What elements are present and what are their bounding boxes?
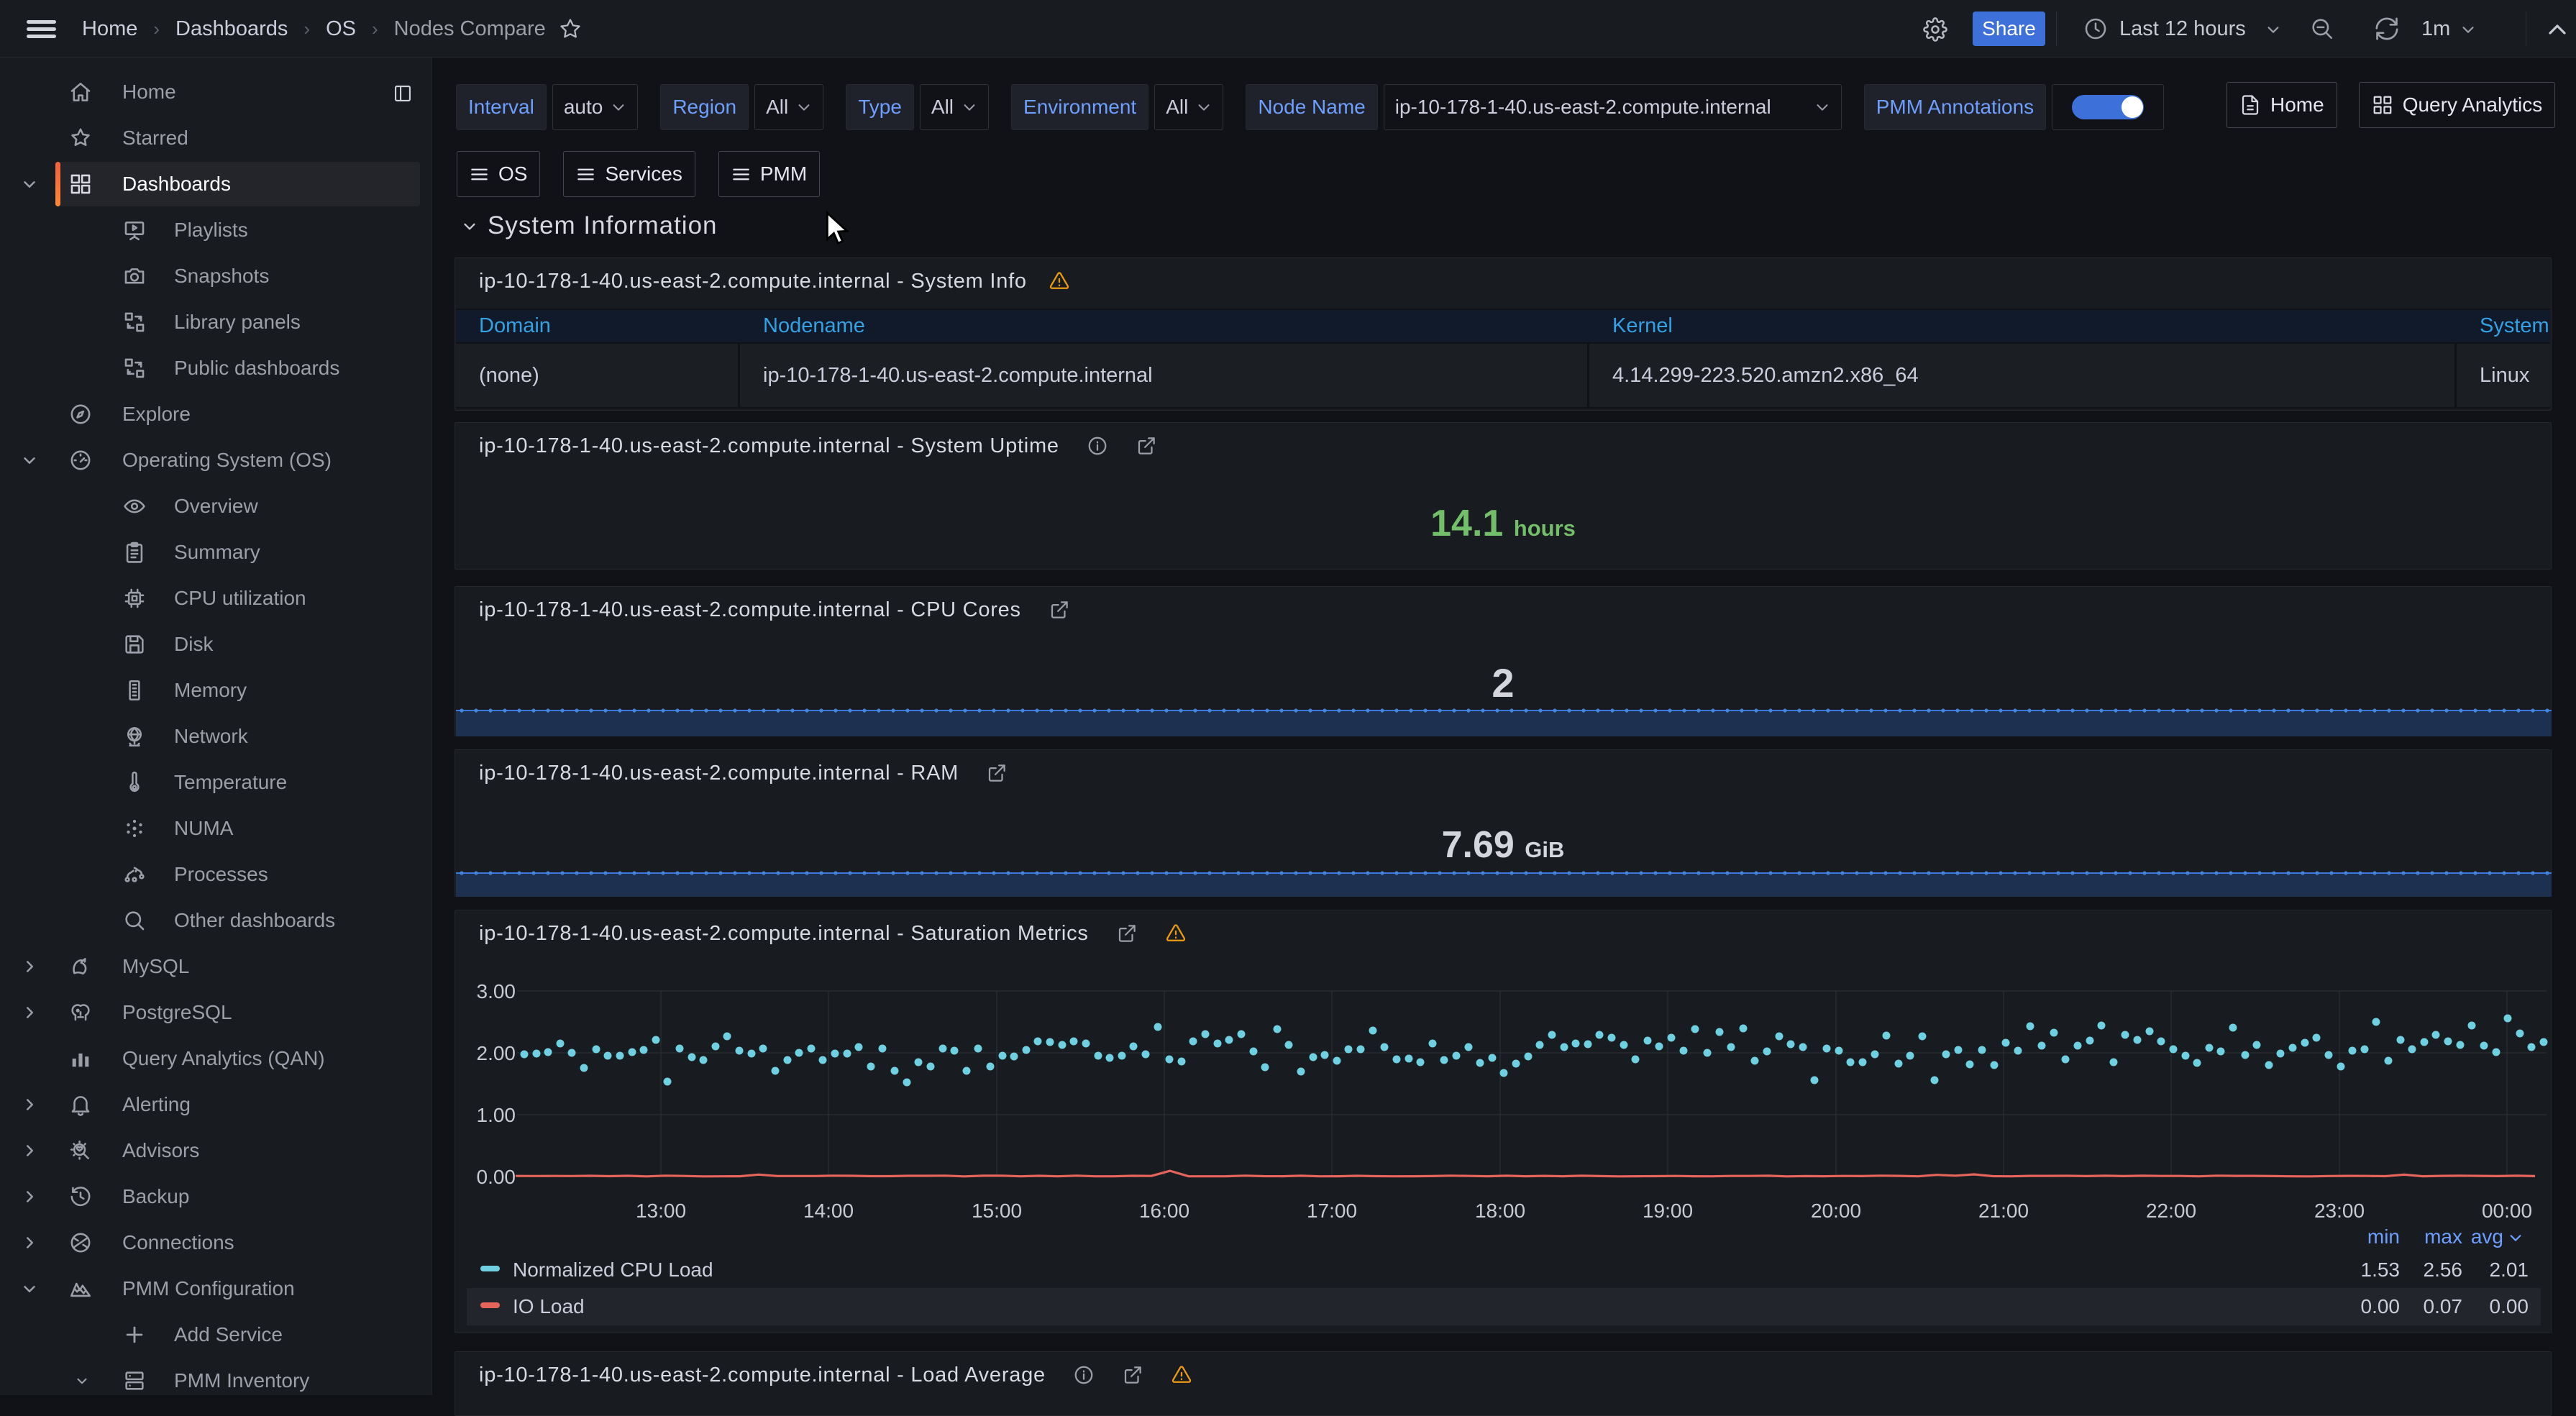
svg-text:22:00: 22:00 xyxy=(2146,1200,2196,1222)
svg-text:2.00: 2.00 xyxy=(477,1042,516,1064)
svg-text:19:00: 19:00 xyxy=(1643,1200,1693,1222)
svg-text:3.00: 3.00 xyxy=(477,980,516,1002)
svg-text:20:00: 20:00 xyxy=(1811,1200,1861,1222)
svg-text:15:00: 15:00 xyxy=(972,1200,1022,1222)
svg-text:16:00: 16:00 xyxy=(1139,1200,1189,1222)
svg-text:18:00: 18:00 xyxy=(1475,1200,1525,1222)
svg-text:21:00: 21:00 xyxy=(1978,1200,2029,1222)
svg-text:14:00: 14:00 xyxy=(803,1200,854,1222)
svg-text:0.00: 0.00 xyxy=(477,1166,516,1188)
svg-text:1.00: 1.00 xyxy=(477,1104,516,1126)
svg-text:13:00: 13:00 xyxy=(636,1200,686,1222)
svg-text:23:00: 23:00 xyxy=(2314,1200,2365,1222)
svg-text:17:00: 17:00 xyxy=(1307,1200,1357,1222)
svg-text:00:00: 00:00 xyxy=(2482,1200,2532,1222)
